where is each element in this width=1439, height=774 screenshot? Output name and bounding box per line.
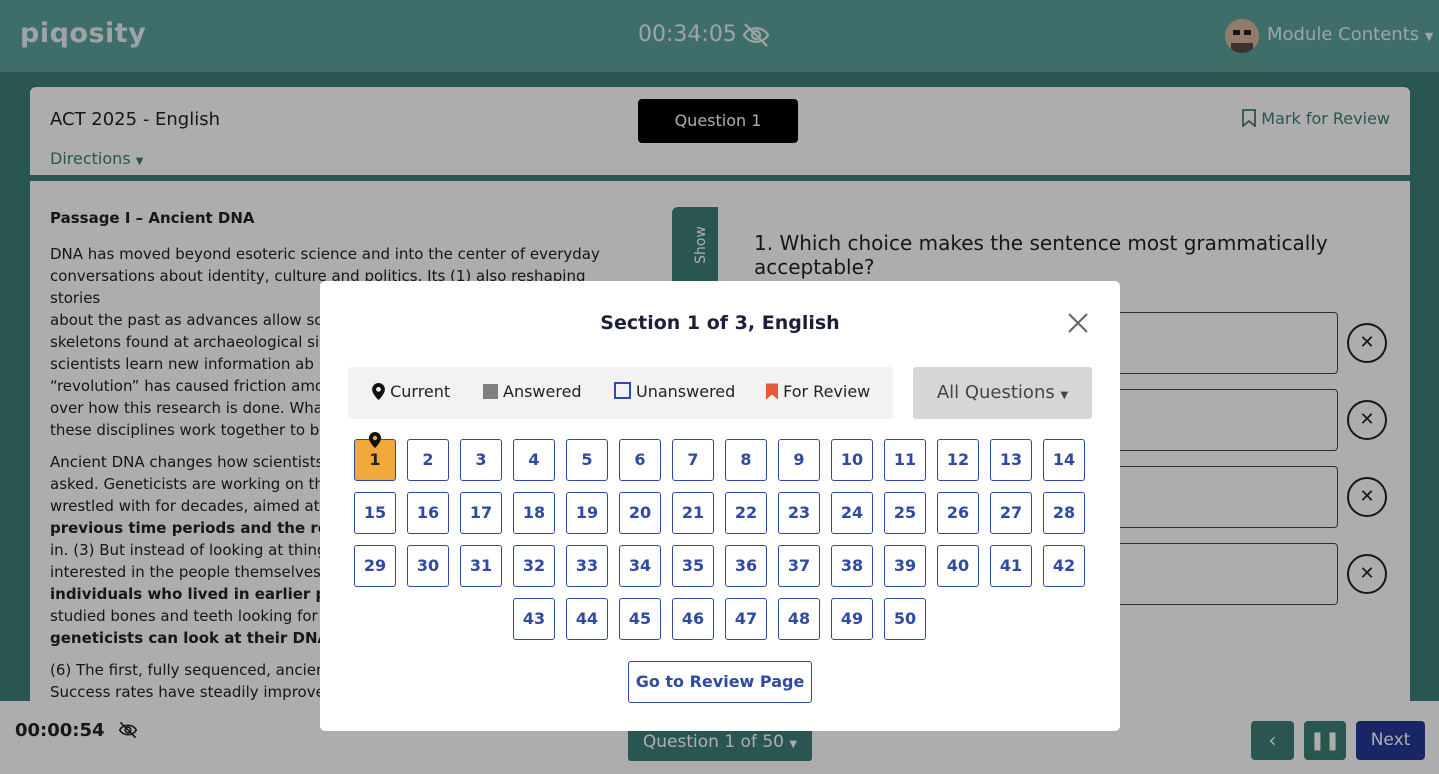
close-icon[interactable] — [1066, 311, 1090, 335]
answered-swatch-icon — [483, 384, 498, 399]
question-20-button[interactable]: 20 — [619, 492, 661, 534]
question-48-button[interactable]: 48 — [778, 598, 820, 640]
question-7-button[interactable]: 7 — [672, 439, 714, 481]
question-33-button[interactable]: 33 — [566, 545, 608, 587]
question-32-button[interactable]: 32 — [513, 545, 555, 587]
question-31-button[interactable]: 31 — [460, 545, 502, 587]
legend-review-label: For Review — [783, 382, 871, 401]
map-pin-icon — [372, 383, 385, 400]
legend-answered: Answered — [483, 382, 582, 401]
question-26-button[interactable]: 26 — [937, 492, 979, 534]
question-9-button[interactable]: 9 — [778, 439, 820, 481]
question-49-button[interactable]: 49 — [831, 598, 873, 640]
question-5-button[interactable]: 5 — [566, 439, 608, 481]
question-39-button[interactable]: 39 — [884, 545, 926, 587]
question-21-button[interactable]: 21 — [672, 492, 714, 534]
question-27-button[interactable]: 27 — [990, 492, 1032, 534]
question-37-button[interactable]: 37 — [778, 545, 820, 587]
map-pin-icon — [369, 432, 381, 448]
question-12-button[interactable]: 12 — [937, 439, 979, 481]
bookmark-flag-icon — [766, 383, 778, 400]
question-18-button[interactable]: 18 — [513, 492, 555, 534]
legend-unanswered: Unanswered — [614, 382, 735, 401]
legend-unanswered-label: Unanswered — [636, 382, 736, 401]
question-24-button[interactable]: 24 — [831, 492, 873, 534]
question-15-button[interactable]: 15 — [354, 492, 396, 534]
question-4-button[interactable]: 4 — [513, 439, 555, 481]
legend-review: For Review — [766, 382, 870, 401]
question-41-button[interactable]: 41 — [990, 545, 1032, 587]
question-28-button[interactable]: 28 — [1043, 492, 1085, 534]
question-2-button[interactable]: 2 — [407, 439, 449, 481]
question-38-button[interactable]: 38 — [831, 545, 873, 587]
question-16-button[interactable]: 16 — [407, 492, 449, 534]
question-17-button[interactable]: 17 — [460, 492, 502, 534]
question-10-button[interactable]: 10 — [831, 439, 873, 481]
question-29-button[interactable]: 29 — [354, 545, 396, 587]
question-40-button[interactable]: 40 — [937, 545, 979, 587]
question-navigator-modal: Section 1 of 3, English Current Answered… — [320, 281, 1120, 731]
go-to-review-button[interactable]: Go to Review Page — [628, 661, 812, 703]
legend-current-label: Current — [390, 382, 451, 401]
chevron-down-icon: ▼ — [1060, 390, 1069, 401]
question-36-button[interactable]: 36 — [725, 545, 767, 587]
question-22-button[interactable]: 22 — [725, 492, 767, 534]
question-46-button[interactable]: 46 — [672, 598, 714, 640]
question-45-button[interactable]: 45 — [619, 598, 661, 640]
question-1-button[interactable]: 1 — [354, 432, 396, 481]
question-13-button[interactable]: 13 — [990, 439, 1032, 481]
legend-answered-label: Answered — [503, 382, 582, 401]
unanswered-swatch-icon — [614, 382, 631, 399]
question-34-button[interactable]: 34 — [619, 545, 661, 587]
modal-title: Section 1 of 3, English — [600, 312, 840, 334]
legend-current: Current — [372, 382, 450, 401]
question-30-button[interactable]: 30 — [407, 545, 449, 587]
question-44-button[interactable]: 44 — [566, 598, 608, 640]
question-6-button[interactable]: 6 — [619, 439, 661, 481]
question-19-button[interactable]: 19 — [566, 492, 608, 534]
question-50-button[interactable]: 50 — [884, 598, 926, 640]
question-filter-dropdown[interactable]: All Questions ▼ — [913, 367, 1092, 419]
question-8-button[interactable]: 8 — [725, 439, 767, 481]
question-35-button[interactable]: 35 — [672, 545, 714, 587]
question-47-button[interactable]: 47 — [725, 598, 767, 640]
question-25-button[interactable]: 25 — [884, 492, 926, 534]
status-legend: Current Answered Unanswered For Review — [348, 367, 893, 419]
filter-label: All Questions — [936, 382, 1055, 403]
question-43-button[interactable]: 43 — [513, 598, 555, 640]
question-42-button[interactable]: 42 — [1043, 545, 1085, 587]
question-23-button[interactable]: 23 — [778, 492, 820, 534]
question-11-button[interactable]: 11 — [884, 439, 926, 481]
question-3-button[interactable]: 3 — [460, 439, 502, 481]
question-14-button[interactable]: 14 — [1043, 439, 1085, 481]
